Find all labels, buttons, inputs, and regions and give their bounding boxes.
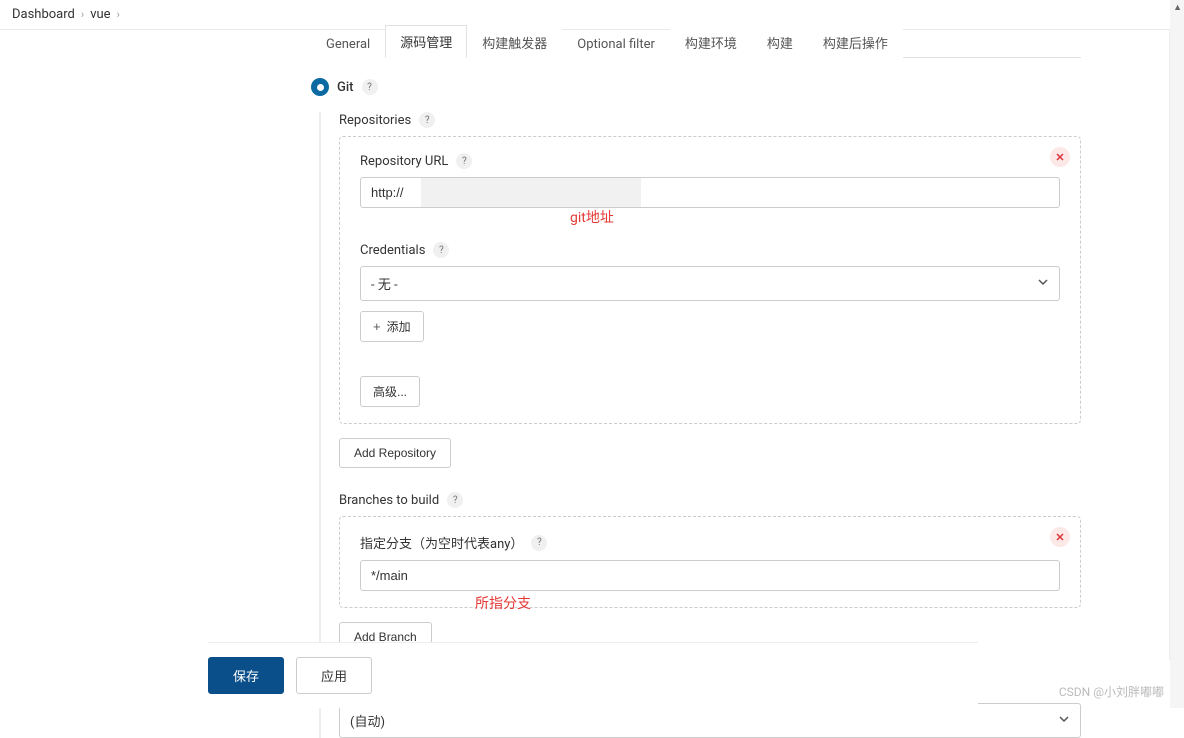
annotation-branch: 所指分支 xyxy=(475,593,531,613)
tab-general[interactable]: General xyxy=(311,30,385,58)
help-icon[interactable]: ? xyxy=(419,112,435,128)
watermark: CSDN @小刘胖嘟嘟 xyxy=(1059,683,1164,700)
tab-build[interactable]: 构建 xyxy=(752,26,808,58)
advanced-button[interactable]: 高级... xyxy=(360,376,420,407)
credentials-value: - 无 - xyxy=(371,274,398,293)
chevron-right-icon: › xyxy=(81,8,84,21)
chevron-down-icon xyxy=(1037,276,1049,292)
add-repository-button[interactable]: Add Repository xyxy=(339,438,451,468)
tab-build-env[interactable]: 构建环境 xyxy=(670,26,752,58)
add-credentials-button[interactable]: + 添加 xyxy=(360,311,424,342)
help-icon[interactable]: ? xyxy=(447,492,463,508)
repository-group: ✕ Repository URL ? git地址 Credentials ? xyxy=(339,136,1081,424)
remove-branch-button[interactable]: ✕ xyxy=(1050,527,1070,547)
scroll-up-icon: ▲ xyxy=(1173,2,1182,13)
tab-triggers[interactable]: 构建触发器 xyxy=(467,26,562,58)
repo-url-label: Repository URL xyxy=(360,154,448,169)
git-label: Git xyxy=(337,80,354,95)
scrollbar-track[interactable]: ▲ xyxy=(1170,0,1184,708)
radio-git[interactable] xyxy=(311,78,329,96)
remove-repo-button[interactable]: ✕ xyxy=(1050,147,1070,167)
config-tabs: General 源码管理 构建触发器 Optional filter 构建环境 … xyxy=(311,30,1081,58)
credentials-select[interactable]: - 无 - xyxy=(360,266,1060,301)
breadcrumb-vue[interactable]: vue xyxy=(90,7,110,22)
tab-optional-filter[interactable]: Optional filter xyxy=(562,30,670,58)
branches-label: Branches to build xyxy=(339,493,439,508)
save-button[interactable]: 保存 xyxy=(208,657,284,694)
chevron-right-icon: › xyxy=(117,8,120,21)
panel-divider xyxy=(1169,30,1170,660)
repo-browser-select[interactable]: (自动) xyxy=(339,703,1081,738)
breadcrumb: Dashboard › vue › xyxy=(0,0,1184,30)
chevron-down-icon xyxy=(1058,713,1070,729)
breadcrumb-dashboard[interactable]: Dashboard xyxy=(12,7,75,22)
credentials-label: Credentials xyxy=(360,243,425,258)
tab-scm[interactable]: 源码管理 xyxy=(385,25,467,58)
help-icon[interactable]: ? xyxy=(362,79,378,95)
apply-button[interactable]: 应用 xyxy=(296,657,372,694)
tab-postbuild[interactable]: 构建后操作 xyxy=(808,26,903,58)
branch-group: ✕ 指定分支（为空时代表any） ? 所指分支 xyxy=(339,516,1081,608)
branch-input[interactable] xyxy=(360,560,1060,591)
branch-spec-label: 指定分支（为空时代表any） xyxy=(360,533,523,552)
repo-browser-value: (自动) xyxy=(350,711,385,730)
footer-actions: 保存 应用 xyxy=(208,642,978,708)
help-icon[interactable]: ? xyxy=(456,153,472,169)
help-icon[interactable]: ? xyxy=(433,242,449,258)
help-icon[interactable]: ? xyxy=(531,535,547,551)
repo-url-input[interactable] xyxy=(360,177,1060,208)
repositories-label: Repositories xyxy=(339,113,411,128)
plus-icon: + xyxy=(373,319,381,334)
